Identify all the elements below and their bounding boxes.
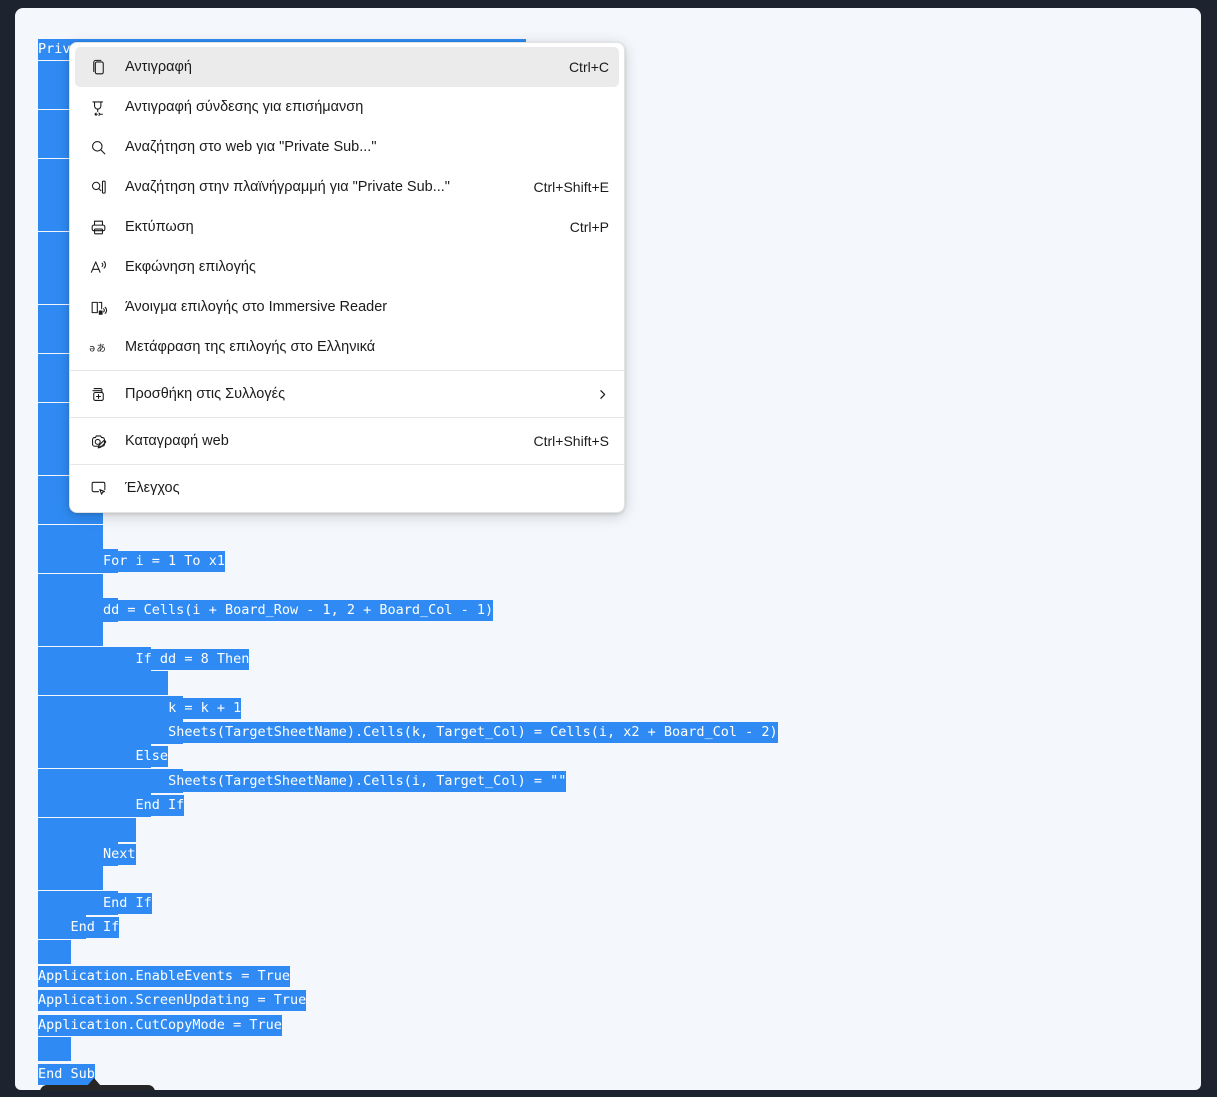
code-line: Sheets(TargetSheetName).Cells(i, Target_… (38, 769, 567, 793)
printer-icon (87, 217, 109, 237)
code-line-text: Else (135, 746, 169, 767)
collections-add-icon (87, 384, 109, 404)
code-selection-block (38, 280, 71, 305)
menu-item-search-web[interactable]: Αναζήτηση στο web για "Private Sub..." (75, 127, 619, 167)
code-line: Next (38, 842, 136, 866)
svg-text:あ: あ (96, 343, 106, 354)
code-line: For i = 1 To x1 (38, 549, 225, 573)
code-line-text: Application.ScreenUpdating = True (38, 990, 307, 1011)
code-line-text: End If (135, 795, 185, 816)
code-line-text: End If (103, 893, 152, 914)
code-line: Application.CutCopyMode = True (38, 1013, 282, 1037)
menu-item-search-sidebar[interactable]: Αναζήτηση στην πλαϊνήγραμμή για "Private… (75, 167, 619, 207)
copy-icon (87, 57, 109, 77)
code-line-text: Application.EnableEvents = True (38, 966, 290, 987)
menu-item-label: Άνοιγμα επιλογής στο Immersive Reader (125, 299, 388, 315)
menu-item-immersive-reader[interactable]: Άνοιγμα επιλογής στο Immersive Reader (75, 287, 619, 327)
menu-item-read-aloud[interactable]: Εκφώνηση επιλογής (75, 247, 619, 287)
menu-item-web-capture[interactable]: Καταγραφή web Ctrl+Shift+S (75, 421, 619, 461)
code-selection-block (38, 818, 136, 843)
highlight-link-icon (87, 97, 109, 117)
code-line: End If (38, 915, 120, 939)
menu-item-label: Αντιγραφή σύνδεσης για επισήμανση (125, 99, 364, 115)
read-aloud-icon (87, 257, 109, 277)
code-selection-block (38, 525, 104, 550)
code-line-text: k = k + 1 (168, 698, 242, 719)
code-line: If dd = 8 Then (38, 647, 250, 671)
code-selection-block (38, 574, 104, 599)
menu-item-shortcut: Ctrl+Shift+S (533, 433, 609, 449)
code-selection-block (38, 622, 104, 647)
menu-item-copy-link-to-highlight[interactable]: Αντιγραφή σύνδεσης για επισήμανση (75, 87, 619, 127)
code-selection-block (38, 671, 169, 696)
context-menu[interactable]: Αντιγραφή Ctrl+C Αντιγραφή σύνδεσης για επ… (69, 42, 625, 513)
tooltip-arrow (87, 1078, 101, 1086)
code-line: Application.ScreenUpdating = True (38, 988, 307, 1012)
menu-item-inspect[interactable]: Έλεγχος (75, 468, 619, 508)
code-line-text: dd = Cells(i + Board_Row - 1, 2 + Board_… (103, 600, 494, 621)
menu-item-print[interactable]: Εκτύπωση Ctrl+P (75, 207, 619, 247)
menu-item-label: Αναζήτηση στην πλαϊνήγραμμή για "Private… (125, 179, 450, 195)
chevron-right-icon (596, 388, 609, 401)
code-line-text: For i = 1 To x1 (103, 551, 225, 572)
menu-item-label: Εκτύπωση (125, 219, 194, 235)
web-capture-icon (87, 431, 109, 451)
menu-separator (70, 464, 624, 465)
menu-separator (70, 370, 624, 371)
code-line-text: Application.CutCopyMode = True (38, 1015, 282, 1036)
code-line: k = k + 1 (38, 696, 242, 720)
inspect-icon (87, 478, 109, 498)
code-line-text: End If (70, 917, 120, 938)
menu-separator (70, 417, 624, 418)
menu-item-copy[interactable]: Αντιγραφή Ctrl+C (75, 47, 619, 87)
code-line: dd = Cells(i + Board_Row - 1, 2 + Board_… (38, 598, 494, 622)
sidebar-search-icon (87, 177, 109, 197)
menu-item-translate[interactable]: ə あ Μετάφραση της επιλογής στο Ελληνικά (75, 327, 619, 367)
menu-item-label: Προσθήκη στις Συλλογές (125, 386, 286, 402)
code-line-text: Next (103, 844, 136, 865)
code-line-text: Sheets(TargetSheetName).Cells(i, Target_… (168, 771, 567, 792)
code-line-text: If dd = 8 Then (135, 649, 250, 670)
menu-item-label: Αντιγραφή (125, 59, 192, 75)
immersive-reader-icon (87, 297, 109, 317)
code-line: End If (38, 891, 152, 915)
menu-item-shortcut: Ctrl+Shift+E (533, 179, 609, 195)
code-line-text: Sheets(TargetSheetName).Cells(k, Target_… (168, 722, 778, 743)
code-line: Else (38, 744, 169, 768)
menu-item-label: Έλεγχος (125, 480, 180, 496)
menu-item-add-to-collections[interactable]: Προσθήκη στις Συλλογές (75, 374, 619, 414)
code-selection-block (38, 866, 104, 891)
search-icon (87, 137, 109, 157)
browser-page-content: Private Sub Worksheet_SelectionChange(By… (15, 8, 1201, 1090)
menu-item-shortcut: Ctrl+P (569, 219, 609, 235)
code-line: Sheets(TargetSheetName).Cells(k, Target_… (38, 720, 778, 744)
code-selection-block (38, 378, 71, 403)
code-selection-block (38, 61, 71, 86)
menu-item-label: Αναζήτηση στο web για "Private Sub..." (125, 139, 377, 155)
translate-icon: əあ (87, 337, 109, 357)
menu-item-label: Καταγραφή web (125, 433, 229, 449)
code-selection-block (38, 940, 71, 965)
svg-text:ə: ə (89, 343, 95, 354)
menu-item-label: Μετάφραση της επιλογής στο Ελληνικά (125, 339, 376, 355)
code-line: End If (38, 793, 185, 817)
menu-item-shortcut: Ctrl+C (568, 59, 609, 75)
menu-item-label: Εκφώνηση επιλογής (125, 259, 256, 275)
code-selection-block (38, 207, 71, 232)
code-line: Application.EnableEvents = True (38, 964, 290, 988)
code-selection-block (38, 85, 71, 110)
code-selection-block (38, 1037, 71, 1062)
